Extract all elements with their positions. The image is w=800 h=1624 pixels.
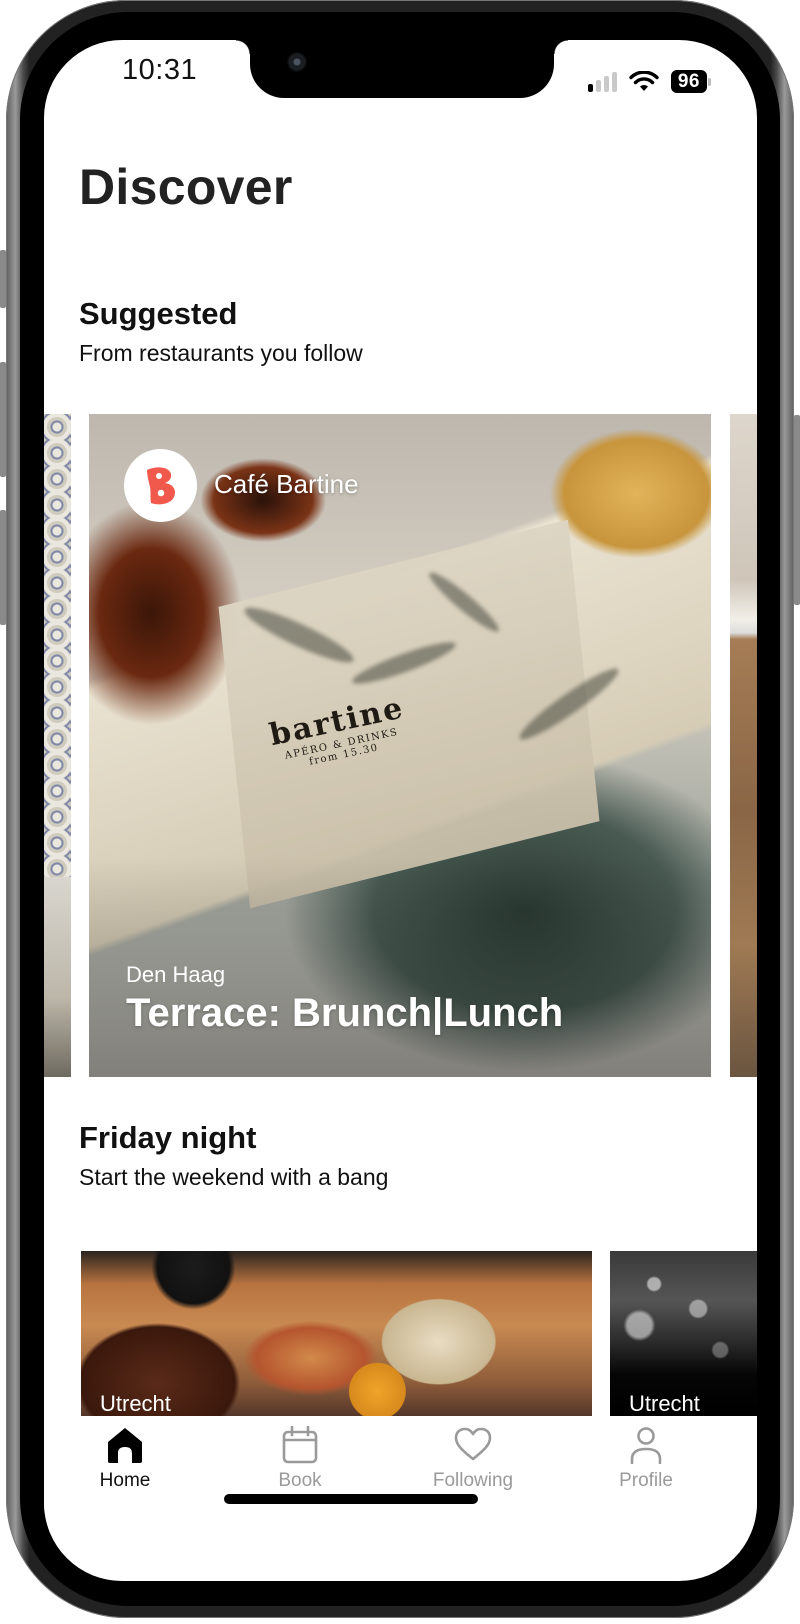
battery-percent: 96: [670, 70, 707, 93]
wifi-icon: [629, 70, 659, 91]
status-icons: 96: [587, 70, 711, 93]
status-time: 10:31: [122, 54, 198, 86]
tab-profile[interactable]: Profile: [576, 1426, 716, 1492]
tab-label: Book: [278, 1470, 322, 1491]
battery-icon: 96: [670, 70, 711, 93]
section-title-friday-night: Friday night: [79, 1120, 257, 1155]
tab-label: Following: [432, 1470, 514, 1491]
restaurant-logo[interactable]: [124, 449, 197, 522]
tab-following[interactable]: Following: [403, 1426, 543, 1492]
carousel-card-next[interactable]: [730, 414, 757, 1077]
tab-label: Home: [99, 1470, 151, 1491]
card-restaurant-name[interactable]: Café Bartine: [214, 469, 359, 500]
front-camera: [287, 52, 307, 72]
tab-book[interactable]: Book: [230, 1426, 370, 1492]
friday-night-card[interactable]: Utrecht: [610, 1251, 757, 1416]
person-icon: [630, 1427, 662, 1464]
section-subtitle-suggested: From restaurants you follow: [79, 340, 363, 366]
card-city: Den Haag: [126, 962, 226, 987]
bartine-logo-icon: [146, 466, 175, 504]
page-title: Discover: [79, 159, 293, 215]
carousel-card-previous[interactable]: [44, 414, 71, 1077]
power-button: [794, 415, 800, 605]
friday-night-card[interactable]: Utrecht: [81, 1251, 592, 1416]
app-screen: 10:31 96 Discover Suggested From restaur…: [44, 40, 757, 1581]
card-city: Utrecht: [100, 1391, 171, 1416]
section-title-suggested: Suggested: [79, 296, 238, 331]
heart-icon: [454, 1427, 492, 1461]
home-icon: [108, 1428, 142, 1463]
calendar-icon: [282, 1426, 318, 1464]
card-city: Utrecht: [629, 1391, 700, 1416]
card-headline: Terrace: Brunch|Lunch: [126, 991, 564, 1035]
suggested-card-cafe-bartine[interactable]: bartine APÉRO & DRINKS from 15.30 Café B…: [89, 414, 711, 1077]
home-indicator[interactable]: [224, 1494, 478, 1504]
tab-home[interactable]: Home: [55, 1426, 195, 1492]
tab-label: Profile: [619, 1470, 673, 1491]
cellular-signal-icon: [587, 71, 617, 92]
section-subtitle-friday-night: Start the weekend with a bang: [79, 1164, 389, 1190]
notch: [236, 40, 568, 98]
